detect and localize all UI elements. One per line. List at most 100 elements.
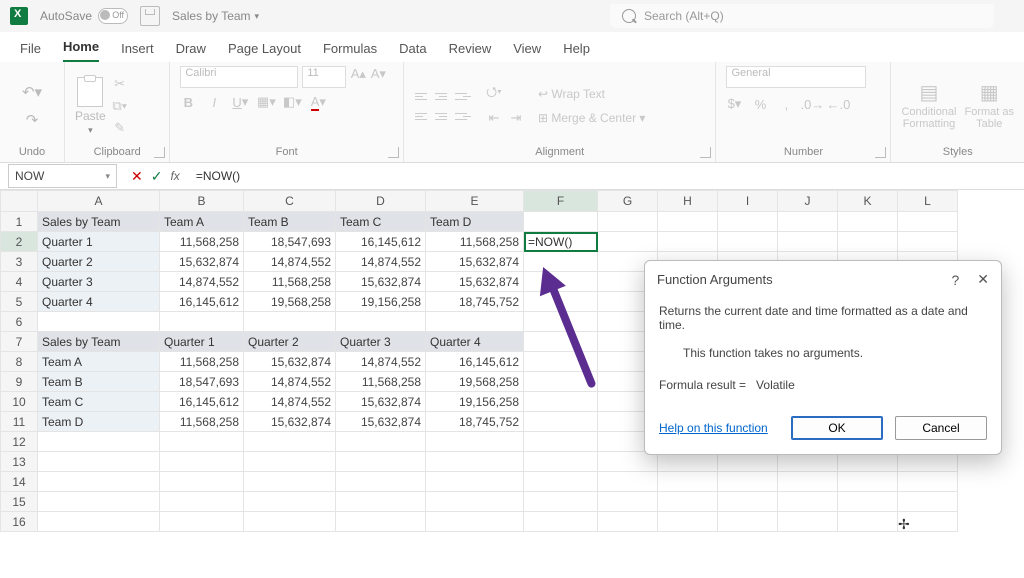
- copy-icon[interactable]: ⧉▾: [112, 98, 128, 114]
- number-launcher-icon[interactable]: [875, 147, 886, 158]
- decrease-indent-icon[interactable]: ⇤: [486, 110, 502, 126]
- col-header-C[interactable]: C: [244, 191, 336, 212]
- row-header-13[interactable]: 13: [1, 452, 38, 472]
- cell-F5[interactable]: [524, 292, 598, 312]
- cell-A4[interactable]: Quarter 3: [38, 272, 160, 292]
- cell-E10[interactable]: 19,156,258: [426, 392, 524, 412]
- tab-formulas[interactable]: Formulas: [323, 41, 377, 62]
- row-header-11[interactable]: 11: [1, 412, 38, 432]
- cell-F12[interactable]: [524, 432, 598, 452]
- cell-L2[interactable]: [898, 232, 958, 252]
- cell-K1[interactable]: [838, 212, 898, 232]
- help-link[interactable]: Help on this function: [659, 421, 768, 435]
- number-format-combo[interactable]: General: [726, 66, 866, 88]
- cell-I2[interactable]: [718, 232, 778, 252]
- cell-J16[interactable]: [778, 512, 838, 532]
- decrease-decimal-icon[interactable]: ←.0: [830, 96, 846, 112]
- cell-F8[interactable]: [524, 352, 598, 372]
- paste-button[interactable]: Paste▾: [75, 77, 106, 136]
- select-all-corner[interactable]: [1, 191, 38, 212]
- cell-H2[interactable]: [658, 232, 718, 252]
- cell-G16[interactable]: [598, 512, 658, 532]
- cell-F16[interactable]: [524, 512, 598, 532]
- cell-B7[interactable]: Quarter 1: [160, 332, 244, 352]
- cell-E16[interactable]: [426, 512, 524, 532]
- cell-B16[interactable]: [160, 512, 244, 532]
- cell-A11[interactable]: Team D: [38, 412, 160, 432]
- font-launcher-icon[interactable]: [388, 147, 399, 158]
- col-header-D[interactable]: D: [336, 191, 426, 212]
- cell-C13[interactable]: [244, 452, 336, 472]
- cell-F6[interactable]: [524, 312, 598, 332]
- cell-E4[interactable]: 15,632,874: [426, 272, 524, 292]
- comma-icon[interactable]: ,: [778, 96, 794, 112]
- cell-C5[interactable]: 19,568,258: [244, 292, 336, 312]
- cell-A5[interactable]: Quarter 4: [38, 292, 160, 312]
- col-header-L[interactable]: L: [898, 191, 958, 212]
- row-header-8[interactable]: 8: [1, 352, 38, 372]
- cell-H1[interactable]: [658, 212, 718, 232]
- cell-A10[interactable]: Team C: [38, 392, 160, 412]
- cell-E12[interactable]: [426, 432, 524, 452]
- cell-B9[interactable]: 18,547,693: [160, 372, 244, 392]
- cell-K14[interactable]: [838, 472, 898, 492]
- cell-E11[interactable]: 18,745,752: [426, 412, 524, 432]
- row-header-2[interactable]: 2: [1, 232, 38, 252]
- cell-D9[interactable]: 11,568,258: [336, 372, 426, 392]
- cell-E14[interactable]: [426, 472, 524, 492]
- format-painter-icon[interactable]: ✎: [112, 120, 128, 136]
- bold-icon[interactable]: B: [180, 94, 196, 110]
- cell-J1[interactable]: [778, 212, 838, 232]
- col-header-E[interactable]: E: [426, 191, 524, 212]
- cell-C1[interactable]: Team B: [244, 212, 336, 232]
- cell-F13[interactable]: [524, 452, 598, 472]
- cell-D16[interactable]: [336, 512, 426, 532]
- cell-L16[interactable]: [898, 512, 958, 532]
- col-header-G[interactable]: G: [598, 191, 658, 212]
- cell-B14[interactable]: [160, 472, 244, 492]
- wrap-text-button[interactable]: ↩ Wrap Text: [538, 87, 645, 101]
- cell-H15[interactable]: [658, 492, 718, 512]
- cell-C16[interactable]: [244, 512, 336, 532]
- cell-F2[interactable]: =NOW(): [524, 232, 598, 252]
- cell-B1[interactable]: Team A: [160, 212, 244, 232]
- cell-E9[interactable]: 19,568,258: [426, 372, 524, 392]
- cell-D10[interactable]: 15,632,874: [336, 392, 426, 412]
- cell-C4[interactable]: 11,568,258: [244, 272, 336, 292]
- decrease-font-icon[interactable]: A▾: [370, 66, 386, 82]
- undo-icon[interactable]: ↶▾: [22, 83, 42, 101]
- save-icon[interactable]: [140, 6, 160, 26]
- cell-L1[interactable]: [898, 212, 958, 232]
- align-grid[interactable]: [414, 87, 472, 125]
- orientation-icon[interactable]: ⭯▾: [486, 86, 502, 102]
- cell-D4[interactable]: 15,632,874: [336, 272, 426, 292]
- cell-A16[interactable]: [38, 512, 160, 532]
- font-name-combo[interactable]: Calibri: [180, 66, 298, 88]
- cell-K15[interactable]: [838, 492, 898, 512]
- cell-H16[interactable]: [658, 512, 718, 532]
- redo-icon[interactable]: ↷: [26, 111, 39, 129]
- cell-D5[interactable]: 19,156,258: [336, 292, 426, 312]
- font-color-icon[interactable]: A▾: [310, 94, 326, 110]
- cell-A15[interactable]: [38, 492, 160, 512]
- cell-B12[interactable]: [160, 432, 244, 452]
- cell-B10[interactable]: 16,145,612: [160, 392, 244, 412]
- cell-D12[interactable]: [336, 432, 426, 452]
- cell-D8[interactable]: 14,874,552: [336, 352, 426, 372]
- cell-G15[interactable]: [598, 492, 658, 512]
- tab-help[interactable]: Help: [563, 41, 590, 62]
- cell-C7[interactable]: Quarter 2: [244, 332, 336, 352]
- increase-decimal-icon[interactable]: .0→: [804, 96, 820, 112]
- cell-C3[interactable]: 14,874,552: [244, 252, 336, 272]
- cell-K2[interactable]: [838, 232, 898, 252]
- cell-F7[interactable]: [524, 332, 598, 352]
- cell-D3[interactable]: 14,874,552: [336, 252, 426, 272]
- cell-C10[interactable]: 14,874,552: [244, 392, 336, 412]
- row-header-4[interactable]: 4: [1, 272, 38, 292]
- cell-F14[interactable]: [524, 472, 598, 492]
- border-icon[interactable]: ▦▾: [258, 94, 274, 110]
- help-icon[interactable]: ?: [951, 272, 959, 288]
- cell-B8[interactable]: 11,568,258: [160, 352, 244, 372]
- cell-E3[interactable]: 15,632,874: [426, 252, 524, 272]
- col-header-I[interactable]: I: [718, 191, 778, 212]
